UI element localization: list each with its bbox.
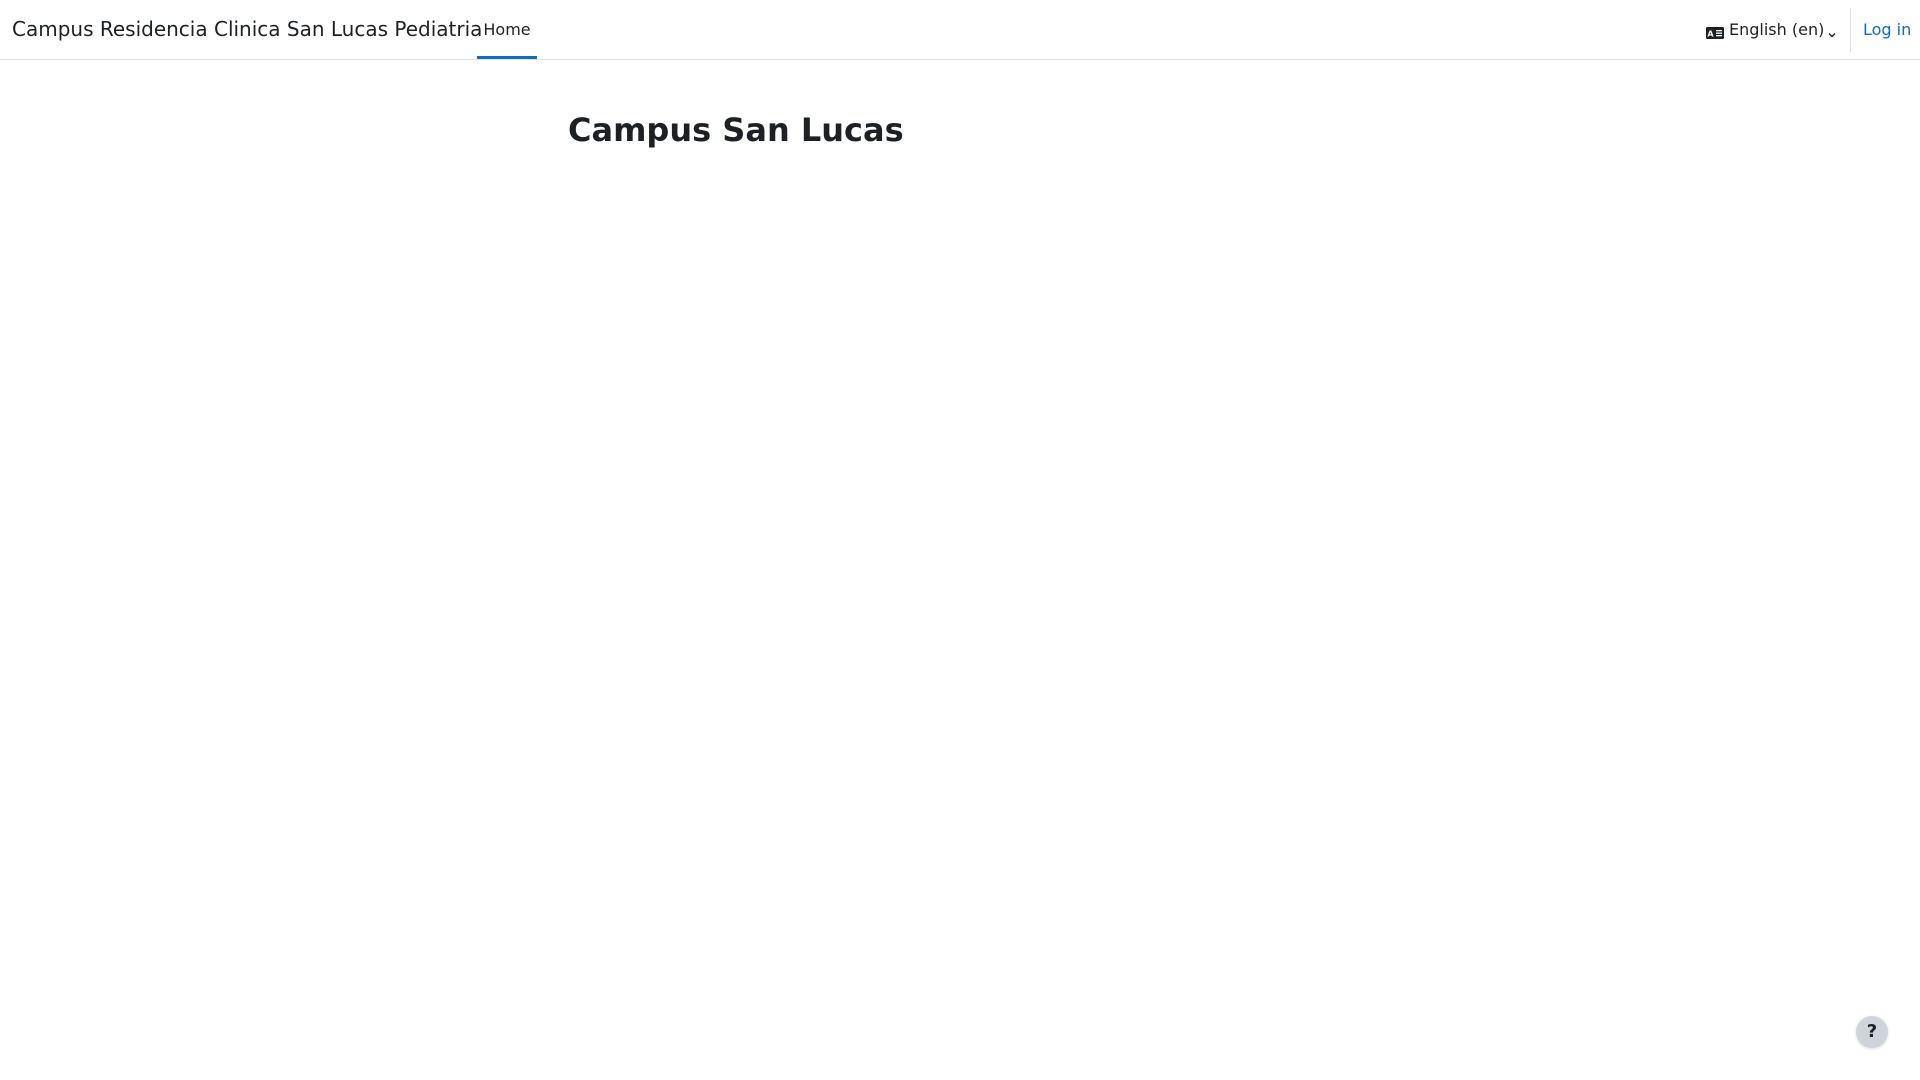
top-navbar: Campus Residencia Clinica San Lucas Pedi…	[0, 0, 1920, 60]
question-mark-icon: ?	[1866, 1021, 1878, 1042]
login-link[interactable]: Log in	[1863, 0, 1911, 59]
nav-home-label: Home	[483, 20, 531, 39]
active-tab-indicator	[477, 56, 537, 59]
language-label: English (en)	[1729, 20, 1825, 39]
navbar-divider	[1850, 8, 1851, 52]
chevron-down-icon	[1827, 25, 1837, 37]
page-title: Campus San Lucas	[568, 111, 904, 149]
language-menu[interactable]: A English (en)	[1706, 0, 1837, 59]
site-brand[interactable]: Campus Residencia Clinica San Lucas Pedi…	[12, 0, 482, 59]
svg-text:A: A	[1707, 29, 1714, 38]
help-button[interactable]: ?	[1856, 1016, 1888, 1048]
language-icon: A	[1706, 24, 1724, 39]
nav-home-tab[interactable]: Home	[477, 0, 537, 59]
